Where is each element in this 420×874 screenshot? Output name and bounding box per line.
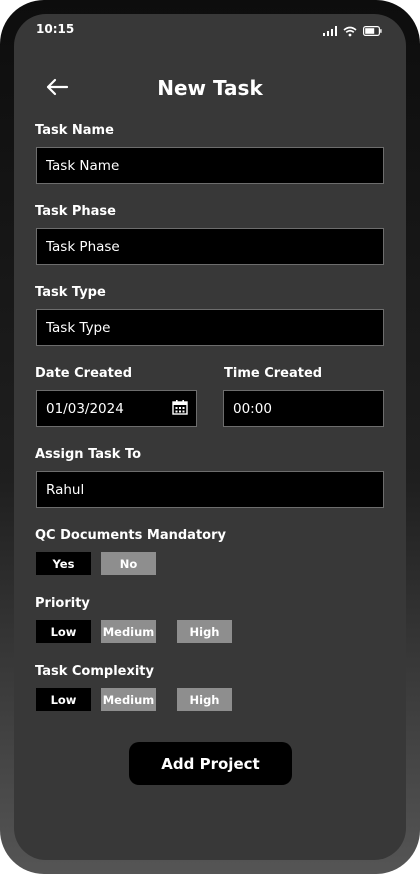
priority-high-option[interactable]: High xyxy=(177,620,232,643)
task-phase-label: Task Phase xyxy=(35,204,116,219)
time-created-input[interactable] xyxy=(223,390,384,427)
complexity-label: Task Complexity xyxy=(35,664,154,679)
signal-icon xyxy=(323,26,337,36)
wifi-icon xyxy=(343,26,357,36)
assign-to-label: Assign Task To xyxy=(35,447,142,462)
status-icons xyxy=(323,24,382,38)
qc-no-option[interactable]: No xyxy=(101,552,156,575)
complexity-low-option[interactable]: Low xyxy=(36,688,91,711)
complexity-medium-option[interactable]: Medium xyxy=(101,688,156,711)
task-type-label: Task Type xyxy=(35,285,106,300)
calendar-icon[interactable] xyxy=(172,400,188,415)
time-created-label: Time Created xyxy=(224,366,323,381)
task-name-label: Task Name xyxy=(35,123,114,138)
qc-documents-label: QC Documents Mandatory xyxy=(35,528,226,543)
phone-frame: 10:15 New Task Task Name Task Name Task … xyxy=(0,0,420,874)
priority-low-option[interactable]: Low xyxy=(36,620,91,643)
status-time: 10:15 xyxy=(36,22,75,36)
task-type-input[interactable] xyxy=(36,309,384,346)
task-name-input[interactable] xyxy=(36,147,384,184)
battery-icon xyxy=(363,26,382,36)
priority-medium-option[interactable]: Medium xyxy=(101,620,156,643)
assign-to-input[interactable] xyxy=(36,471,384,508)
task-phase-input[interactable] xyxy=(36,228,384,265)
status-bar: 10:15 xyxy=(14,14,406,48)
page-title: New Task xyxy=(157,76,263,100)
complexity-high-option[interactable]: High xyxy=(177,688,232,711)
add-project-button[interactable]: Add Project xyxy=(129,742,292,785)
app-screen: 10:15 New Task Task Name Task Name Task … xyxy=(14,14,406,860)
qc-yes-option[interactable]: Yes xyxy=(36,552,91,575)
date-created-label: Date Created xyxy=(35,366,132,381)
priority-label: Priority xyxy=(35,596,90,611)
page-header: New Task xyxy=(14,74,406,104)
